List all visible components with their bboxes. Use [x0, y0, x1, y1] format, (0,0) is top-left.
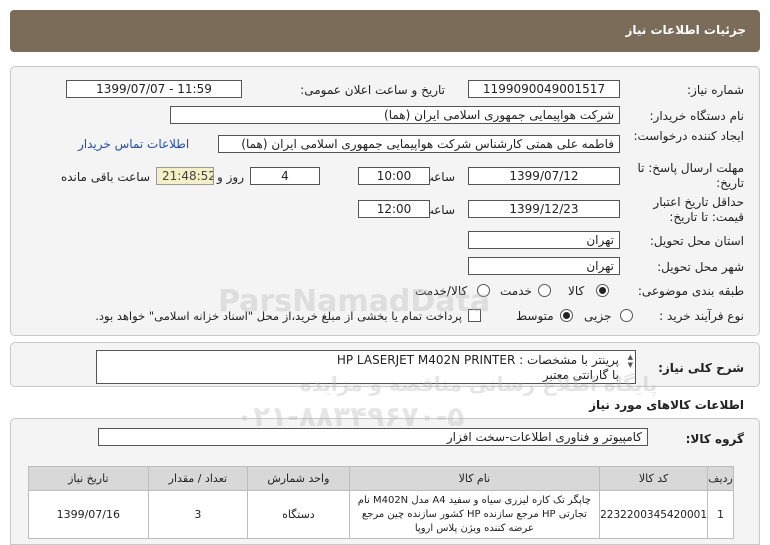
- send-date-field: 1399/07/12: [468, 167, 620, 185]
- process-option-minor: جزیی: [584, 309, 612, 323]
- send-time-field: 10:00: [358, 167, 430, 185]
- goods-group-field: کامپیوتر و فناوری اطلاعات-سخت افزار: [98, 428, 648, 446]
- col-name: نام کالا: [348, 466, 601, 491]
- creator-label: ایجاد کننده درخواست:: [633, 129, 744, 143]
- col-qty: تعداد / مقدار: [147, 466, 249, 491]
- province-field: تهران: [468, 231, 620, 249]
- need-number-label: شماره نیاز:: [687, 83, 744, 97]
- days-label: روز و: [217, 170, 244, 184]
- page-title: جزئیات اطلاعات نیاز: [625, 23, 746, 37]
- goods-table: ردیف کد کالا نام کالا واحد شمارش تعداد /…: [28, 466, 734, 539]
- validity-date-field: 1399/12/23: [468, 200, 620, 218]
- category-radio-goods-service[interactable]: [477, 284, 490, 297]
- process-radio-minor[interactable]: [620, 309, 633, 322]
- category-option-goods: کالا: [568, 284, 585, 298]
- remaining-time-field: 21:48:52: [156, 167, 214, 185]
- category-option-goods-service: کالا/خدمت: [415, 284, 468, 298]
- goods-group-label: گروه کالا:: [685, 432, 744, 446]
- province-label: استان محل تحویل:: [649, 234, 744, 248]
- row-qty: 3: [147, 490, 249, 539]
- category-radio-service[interactable]: [538, 284, 551, 297]
- col-unit: واحد شمارش: [247, 466, 350, 491]
- buyer-label: نام دستگاه خریدار:: [649, 109, 745, 123]
- treasury-payment-checkbox[interactable]: [468, 309, 481, 322]
- city-field: تهران: [468, 257, 620, 275]
- description-line-2: با گارانتی معتبر: [542, 368, 619, 382]
- send-deadline-label: مهلت ارسال پاسخ: تا تاریخ:: [637, 161, 744, 190]
- description-line-1: پرینتر با مشخصات : HP LASERJET M402N PRI…: [336, 353, 619, 367]
- category-option-service: خدمت: [500, 284, 532, 298]
- description-label: شرح کلی نیاز:: [658, 361, 744, 375]
- col-code: کد کالا: [599, 466, 709, 491]
- need-number-field: 1199090049001517: [468, 80, 620, 98]
- remaining-label: ساعت باقی مانده: [60, 170, 150, 184]
- row-unit: دستگاه: [247, 490, 350, 539]
- announce-label: تاریخ و ساعت اعلان عمومی:: [300, 83, 445, 97]
- city-label: شهر محل تحویل:: [657, 260, 744, 274]
- goods-section-title: اطلاعات کالاهای مورد نیاز: [589, 398, 744, 412]
- col-index: ردیف: [707, 466, 734, 491]
- description-textarea[interactable]: پرینتر با مشخصات : HP LASERJET M402N PRI…: [96, 350, 636, 384]
- category-radio-goods[interactable]: [596, 284, 609, 297]
- days-field: 4: [250, 167, 320, 185]
- header-bar: جزئیات اطلاعات نیاز: [10, 10, 760, 52]
- buyer-field: شرکت هواپیمایی جمهوری اسلامی ایران (هما): [170, 106, 620, 124]
- scroll-arrows-icon[interactable]: ▲ ▼: [628, 353, 633, 369]
- creator-field: فاطمه علی همتی کارشناس شرکت هواپیمایی جم…: [218, 135, 620, 153]
- row-name: چاپگر تک کاره لیزری سیاه و سفید A4 مدل M…: [348, 490, 601, 539]
- col-date: تاریخ نیاز: [28, 466, 149, 491]
- row-index: 1: [707, 490, 734, 539]
- buyer-contact-link[interactable]: اطلاعات تماس خریدار: [78, 137, 189, 151]
- process-label: نوع فرآیند خرید :: [659, 309, 744, 323]
- validity-label: حداقل تاریخ اعتبار قیمت: تا تاریخ:: [653, 195, 744, 224]
- process-radio-medium[interactable]: [560, 309, 573, 322]
- row-date: 1399/07/16: [28, 490, 149, 539]
- goods-table-header: ردیف کد کالا نام کالا واحد شمارش تعداد /…: [28, 466, 734, 491]
- table-row[interactable]: 1 2232200345420001 چاپگر تک کاره لیزری س…: [28, 490, 734, 539]
- category-label: طبقه بندی موضوعی:: [637, 284, 744, 298]
- row-code: 2232200345420001: [599, 490, 709, 539]
- treasury-payment-note: پرداخت تمام یا بخشی از مبلغ خرید،از محل …: [95, 309, 462, 323]
- announce-field: 1399/07/07 - 11:59: [66, 80, 242, 98]
- process-option-medium: متوسط: [516, 309, 554, 323]
- validity-time-field: 12:00: [358, 200, 430, 218]
